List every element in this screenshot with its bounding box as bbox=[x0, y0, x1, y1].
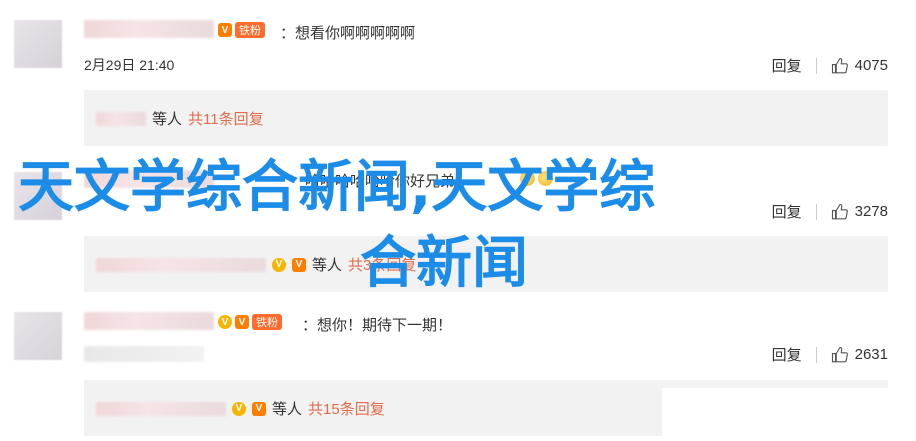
verified-icon: V bbox=[232, 401, 246, 416]
like-button[interactable]: 4075 bbox=[831, 57, 888, 75]
reply-usernames bbox=[96, 257, 266, 272]
reply-users-label: 等人 bbox=[272, 401, 303, 418]
reply-button[interactable]: 回复 bbox=[772, 55, 802, 76]
like-count: 4075 bbox=[854, 57, 888, 74]
comment-text: 哈哈哈哈哈哈你好兄弟 bbox=[305, 173, 456, 190]
thumbs-up-icon bbox=[831, 203, 848, 219]
reply-count-link[interactable]: 共11条回复 bbox=[188, 108, 264, 129]
username[interactable] bbox=[84, 20, 214, 38]
like-button[interactable]: 2631 bbox=[831, 346, 888, 364]
divider bbox=[815, 346, 817, 363]
verified-icon: V bbox=[218, 315, 232, 329]
fan-badge: 铁粉 bbox=[235, 22, 265, 38]
emoji-icon bbox=[538, 171, 553, 186]
verified-icon: V bbox=[272, 257, 286, 272]
like-count: 2631 bbox=[854, 346, 888, 363]
username[interactable] bbox=[84, 170, 214, 188]
comment-actions: 回复 4075 bbox=[772, 55, 888, 76]
level-badge-icon: V bbox=[235, 315, 249, 329]
avatar[interactable] bbox=[14, 312, 62, 360]
reply-usernames bbox=[96, 111, 146, 126]
divider bbox=[815, 203, 817, 220]
replies-summary[interactable]: V V 等人 共3条回复 bbox=[84, 236, 888, 292]
thumbs-up-icon bbox=[831, 346, 848, 362]
reply-usernames bbox=[96, 401, 226, 416]
avatar[interactable] bbox=[14, 20, 62, 68]
emoji-group bbox=[520, 171, 553, 186]
reply-count-link[interactable]: 共3条回复 bbox=[348, 254, 416, 275]
level-badge-icon: V bbox=[292, 257, 306, 272]
user-badges: V V 铁粉 bbox=[218, 314, 282, 330]
comment-text: ：想你！期待下一期！ bbox=[302, 317, 453, 334]
comment-actions: 回复 2631 bbox=[772, 344, 888, 365]
user-badges: V 铁粉 bbox=[218, 22, 265, 38]
avatar[interactable] bbox=[14, 172, 62, 220]
comment-time-blurred bbox=[84, 346, 204, 362]
username[interactable] bbox=[84, 312, 214, 330]
reply-users-label: 等人 bbox=[312, 257, 343, 274]
like-count: 3278 bbox=[854, 203, 888, 220]
reply-users-label: 等人 bbox=[152, 111, 183, 128]
level-badge-icon: V bbox=[218, 23, 232, 37]
divider bbox=[815, 57, 817, 74]
comment-actions: 回复 3278 bbox=[772, 201, 888, 222]
fan-badge: 铁粉 bbox=[252, 314, 282, 330]
like-button[interactable]: 3278 bbox=[831, 203, 888, 221]
reply-button[interactable]: 回复 bbox=[772, 344, 802, 365]
comment-text: ：想看你啊啊啊啊啊 bbox=[280, 25, 416, 42]
emoji-icon bbox=[520, 171, 535, 186]
reply-button[interactable]: 回复 bbox=[772, 201, 802, 222]
corner-mask bbox=[662, 388, 916, 441]
level-badge-icon: V bbox=[252, 401, 266, 416]
comment-time: 2月29日 21:40 bbox=[84, 57, 175, 73]
replies-summary[interactable]: 等人 共11条回复 bbox=[84, 90, 888, 146]
reply-count-link[interactable]: 共15条回复 bbox=[308, 398, 385, 419]
thumbs-up-icon bbox=[831, 57, 848, 73]
